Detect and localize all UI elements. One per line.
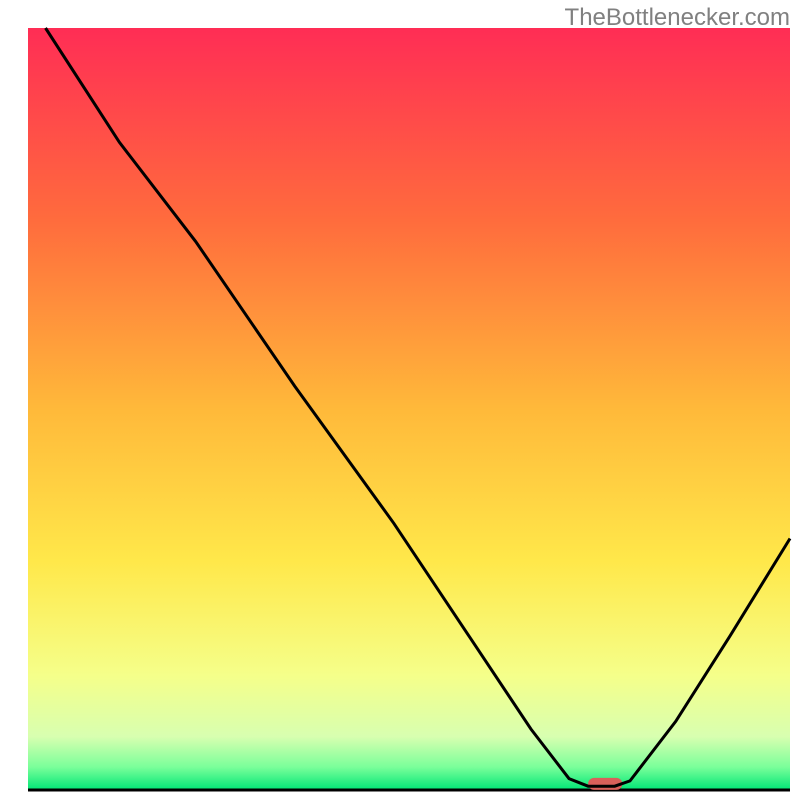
chart-svg [0, 0, 800, 800]
bottleneck-chart: TheBottlenecker.com [0, 0, 800, 800]
plot-background [28, 28, 790, 790]
watermark-text: TheBottlenecker.com [565, 4, 790, 32]
